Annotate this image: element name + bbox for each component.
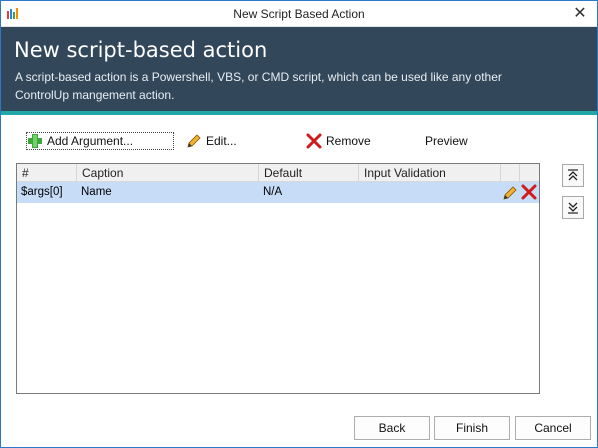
cancel-button[interactable]: Cancel <box>515 416 591 440</box>
move-up-icon <box>568 169 578 181</box>
grid-header: # Caption Default Input Validation <box>17 164 539 182</box>
close-icon[interactable]: ✕ <box>571 4 589 22</box>
column-header-edit <box>501 164 520 182</box>
remove-button[interactable]: Remove <box>306 132 371 150</box>
remove-x-icon <box>306 133 322 149</box>
move-down-icon <box>568 202 578 214</box>
column-header-index[interactable]: # <box>17 164 77 182</box>
add-icon <box>28 134 42 148</box>
page-description: A script-based action is a Powershell, V… <box>15 70 502 102</box>
dialog-window: New Script Based Action ✕ New script-bas… <box>0 0 598 448</box>
move-up-button[interactable] <box>562 164 584 187</box>
table-row[interactable]: $args[0] Name N/A <box>17 182 539 203</box>
preview-button[interactable]: Preview <box>425 132 468 150</box>
window-title: New Script Based Action <box>233 7 365 21</box>
row-input-validation-cell <box>359 182 501 203</box>
remove-label: Remove <box>326 134 371 148</box>
column-header-delete <box>520 164 539 182</box>
add-argument-button[interactable]: Add Argument... <box>26 132 174 150</box>
preview-label: Preview <box>425 134 468 148</box>
row-index-cell: $args[0] <box>21 186 63 198</box>
row-delete-x-icon[interactable] <box>520 184 538 201</box>
back-button[interactable]: Back <box>354 416 430 440</box>
move-down-button[interactable] <box>562 196 584 219</box>
finish-button[interactable]: Finish <box>434 416 510 440</box>
column-header-caption[interactable]: Caption <box>77 164 259 182</box>
row-default-cell: N/A <box>263 186 283 198</box>
pencil-icon <box>187 134 201 148</box>
add-argument-label: Add Argument... <box>47 134 134 148</box>
column-header-input-validation[interactable]: Input Validation <box>359 164 501 182</box>
column-header-default[interactable]: Default <box>259 164 359 182</box>
header-accent-bar <box>1 111 597 115</box>
page-title: New script-based action <box>14 38 268 62</box>
edit-label: Edit... <box>206 134 237 148</box>
header-banner: New script-based action A script-based a… <box>1 27 597 111</box>
edit-button[interactable]: Edit... <box>186 132 237 150</box>
row-edit-pencil-icon[interactable] <box>501 184 519 201</box>
title-bar: New Script Based Action ✕ <box>1 1 597 27</box>
arguments-grid[interactable]: # Caption Default Input Validation $args… <box>16 163 540 394</box>
row-caption-cell: Name <box>81 186 112 198</box>
